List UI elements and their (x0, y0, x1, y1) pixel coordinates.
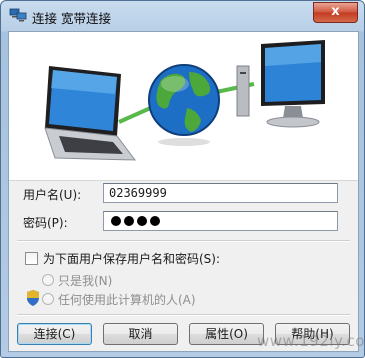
connect-button[interactable]: 连接(C) (17, 323, 92, 345)
network-connection-icon (9, 8, 27, 22)
banner-illustration (44, 40, 325, 161)
globe-icon (148, 64, 220, 146)
connection-banner (9, 32, 358, 181)
username-input[interactable]: 02369999 (103, 183, 338, 203)
radio-only-me[interactable] (42, 274, 54, 286)
divider-top (17, 240, 350, 242)
uac-shield-icon (27, 290, 39, 306)
save-credentials-checkbox[interactable] (25, 252, 38, 265)
radio-anyone[interactable] (42, 293, 54, 305)
dialog-body: 用户名(U): 02369999 密码(P): 为下面用户保存用户名和密码(S)… (8, 31, 359, 352)
divider-bottom (17, 314, 350, 316)
save-credentials-label: 为下面用户保存用户名和密码(S): (43, 252, 221, 266)
window-title: 连接 宽带连接 (32, 11, 111, 26)
close-button[interactable]: x (313, 2, 358, 23)
connect-dialog: 连接 宽带连接 x 用户名(U): 02369999 密码(P): 为下面用户保… (0, 0, 365, 358)
password-mask (111, 215, 163, 229)
title-bar[interactable]: 连接 宽带连接 x (1, 1, 364, 31)
radio-only-me-label: 只是我(N) (58, 274, 113, 288)
password-label: 密码(P): (23, 216, 68, 230)
cancel-button[interactable]: 取消 (103, 323, 178, 345)
password-input[interactable] (103, 211, 338, 231)
properties-button[interactable]: 属性(O) (189, 323, 264, 345)
radio-anyone-label: 任何使用此计算机的人(A) (58, 293, 196, 307)
watermark: www.192ly.com (257, 332, 365, 350)
username-label: 用户名(U): (23, 188, 82, 202)
laptop-icon (44, 66, 137, 161)
